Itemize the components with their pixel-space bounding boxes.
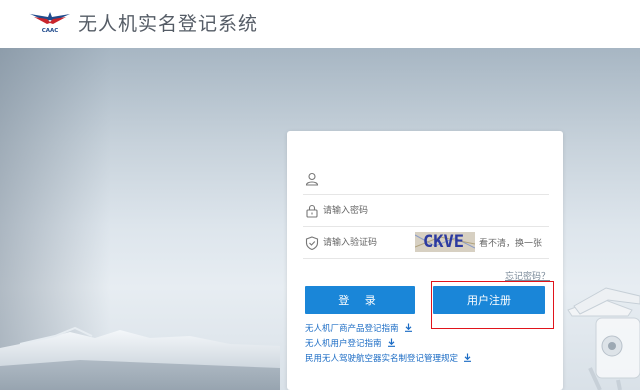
register-button[interactable]: 用户注册 (433, 286, 545, 314)
download-icon (387, 338, 395, 347)
captcha-image[interactable]: CKVE (415, 232, 475, 252)
site-title: 无人机实名登记系统 (78, 13, 259, 35)
shield-check-icon (305, 236, 319, 250)
login-card: CKVE 看不清，换一张 忘记密码？ 登 录 用户注册 无人机厂商产品登记指南 … (287, 131, 563, 390)
drone-image (567, 287, 640, 390)
captcha-refresh-link[interactable]: 看不清，换一张 (479, 236, 542, 249)
password-field (303, 195, 549, 227)
username-input[interactable] (323, 169, 503, 189)
svg-text:CAAC: CAAC (42, 28, 59, 34)
captcha-input[interactable] (323, 233, 411, 253)
link-label: 民用无人驾驶航空器实名制登记管理规定 (305, 353, 459, 364)
link-manufacturer-guide[interactable]: 无人机厂商产品登记指南 (305, 320, 472, 335)
password-input[interactable] (323, 201, 503, 221)
user-icon (305, 172, 319, 186)
link-regulation[interactable]: 民用无人驾驶航空器实名制登记管理规定 (305, 350, 472, 365)
caac-logo: CAAC (30, 12, 70, 34)
download-icon (404, 323, 412, 332)
link-user-guide[interactable]: 无人机用户登记指南 (305, 335, 472, 350)
login-button[interactable]: 登 录 (305, 286, 415, 314)
captcha-text: CKVE (423, 232, 464, 252)
guide-links: 无人机厂商产品登记指南 无人机用户登记指南 民用无人驾驶航空器实名制登记管理规定 (305, 320, 472, 365)
lock-icon (306, 204, 318, 218)
link-label: 无人机用户登记指南 (305, 338, 382, 349)
link-label: 无人机厂商产品登记指南 (305, 323, 399, 334)
captcha-field: CKVE 看不清，换一张 (303, 227, 549, 259)
download-icon (464, 353, 472, 362)
username-field (303, 163, 549, 195)
header: CAAC 无人机实名登记系统 (0, 0, 640, 48)
